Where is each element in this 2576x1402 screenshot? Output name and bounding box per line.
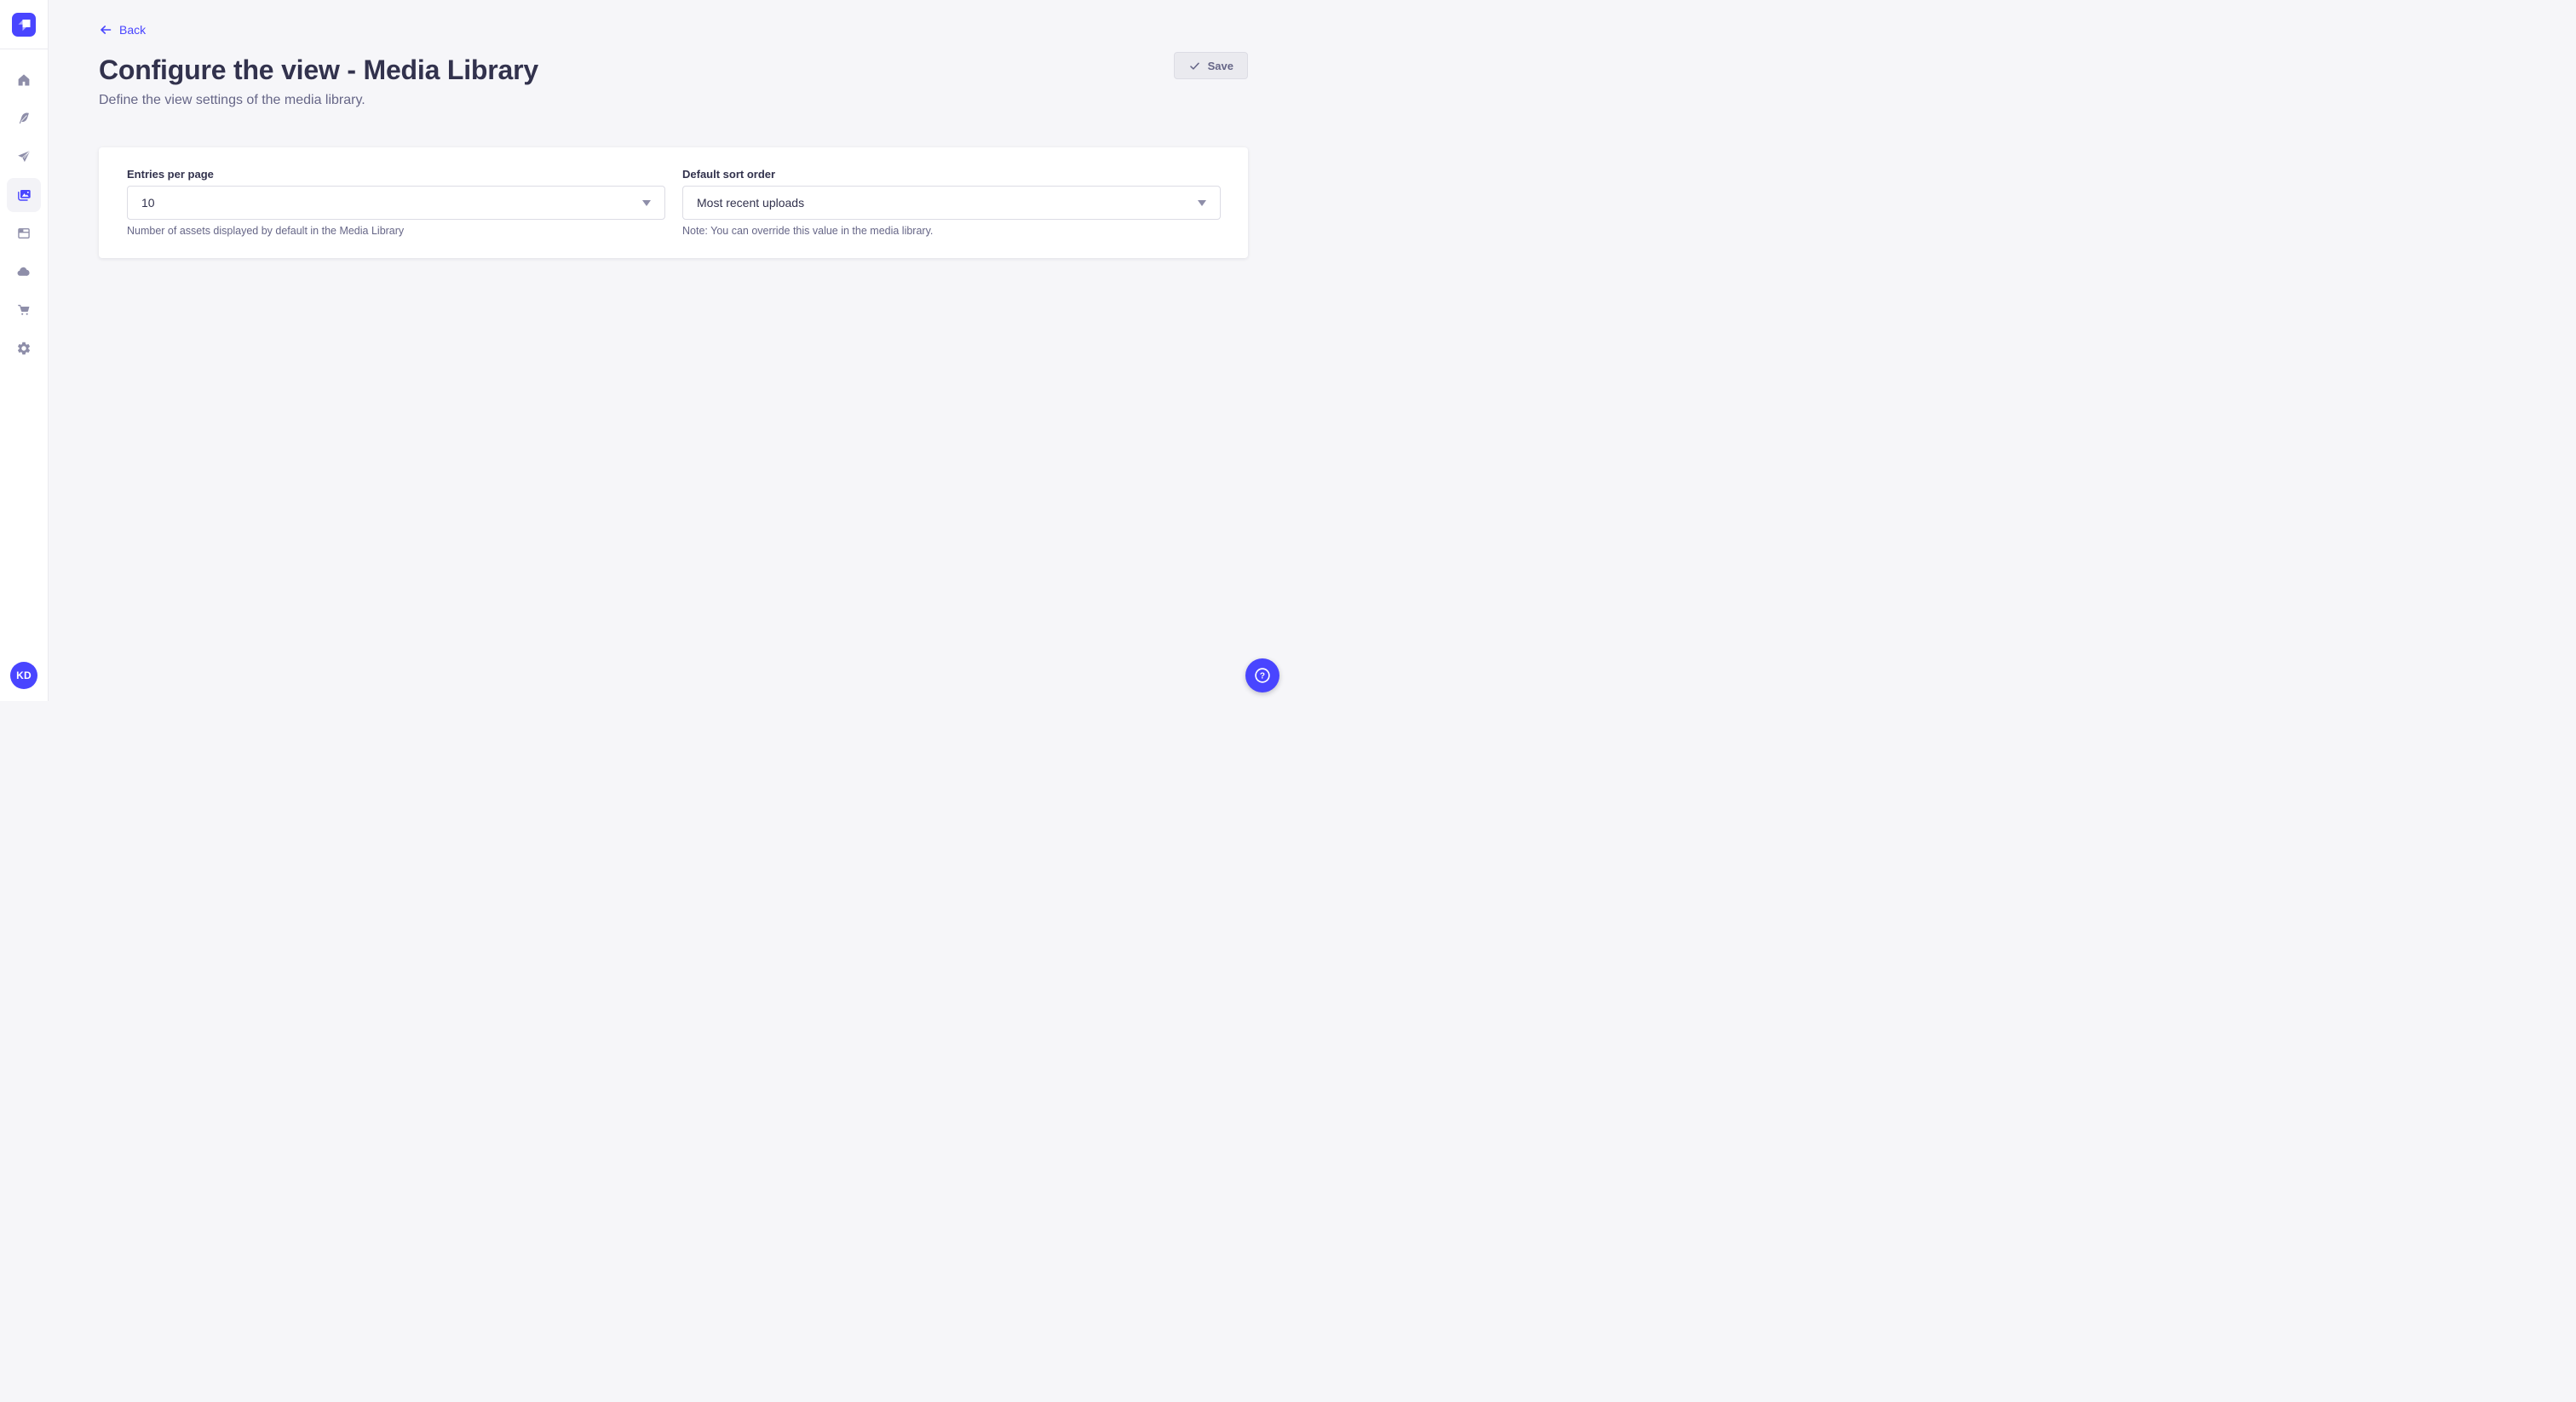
view-settings-card: Entries per page 10 Number of assets dis… (99, 147, 1248, 258)
default-sort-order-field: Default sort order Most recent uploads N… (682, 168, 1221, 237)
cart-icon (16, 302, 32, 318)
caret-down-icon (1198, 200, 1206, 206)
sidebar: KD (0, 0, 49, 701)
save-label: Save (1208, 60, 1233, 72)
sidebar-item-content-type-builder[interactable] (7, 216, 41, 250)
default-sort-order-label: Default sort order (682, 168, 1221, 181)
back-label: Back (119, 23, 146, 37)
paper-plane-icon (16, 149, 32, 164)
back-link[interactable]: Back (99, 23, 146, 37)
entries-per-page-value: 10 (141, 196, 642, 210)
svg-text:?: ? (1260, 671, 1265, 681)
entries-per-page-field: Entries per page 10 Number of assets dis… (127, 168, 665, 237)
strapi-logo-glyph (12, 13, 36, 37)
layout-icon (16, 226, 32, 241)
caret-down-icon (642, 200, 651, 206)
sidebar-item-marketplace[interactable] (7, 293, 41, 327)
default-sort-order-value: Most recent uploads (697, 196, 1198, 210)
user-avatar[interactable]: KD (10, 662, 37, 689)
page-title: Configure the view - Media Library (99, 55, 1248, 86)
help-button[interactable]: ? (1245, 658, 1279, 692)
sidebar-nav (7, 63, 41, 365)
home-icon (16, 72, 32, 88)
sidebar-item-cloud[interactable] (7, 255, 41, 289)
sidebar-item-settings[interactable] (7, 331, 41, 365)
cloud-icon (16, 264, 32, 279)
page-subtitle: Define the view settings of the media li… (99, 93, 1248, 108)
default-sort-order-select[interactable]: Most recent uploads (682, 186, 1221, 220)
arrow-left-icon (99, 23, 112, 37)
entries-per-page-label: Entries per page (127, 168, 665, 181)
sidebar-item-releases[interactable] (7, 140, 41, 174)
gear-icon (16, 341, 32, 356)
images-icon (15, 187, 32, 204)
entries-per-page-select[interactable]: 10 (127, 186, 665, 220)
strapi-logo[interactable] (12, 13, 36, 37)
default-sort-order-hint: Note: You can override this value in the… (682, 225, 1221, 237)
save-button[interactable]: Save (1174, 52, 1248, 79)
sidebar-item-media-library[interactable] (7, 178, 41, 212)
question-mark-icon: ? (1253, 666, 1272, 685)
main-content: Back Configure the view - Media Library … (49, 0, 1288, 701)
feather-icon (16, 111, 32, 126)
entries-per-page-hint: Number of assets displayed by default in… (127, 225, 665, 237)
sidebar-item-home[interactable] (7, 63, 41, 97)
check-icon (1188, 60, 1201, 72)
sidebar-item-content-manager[interactable] (7, 101, 41, 135)
